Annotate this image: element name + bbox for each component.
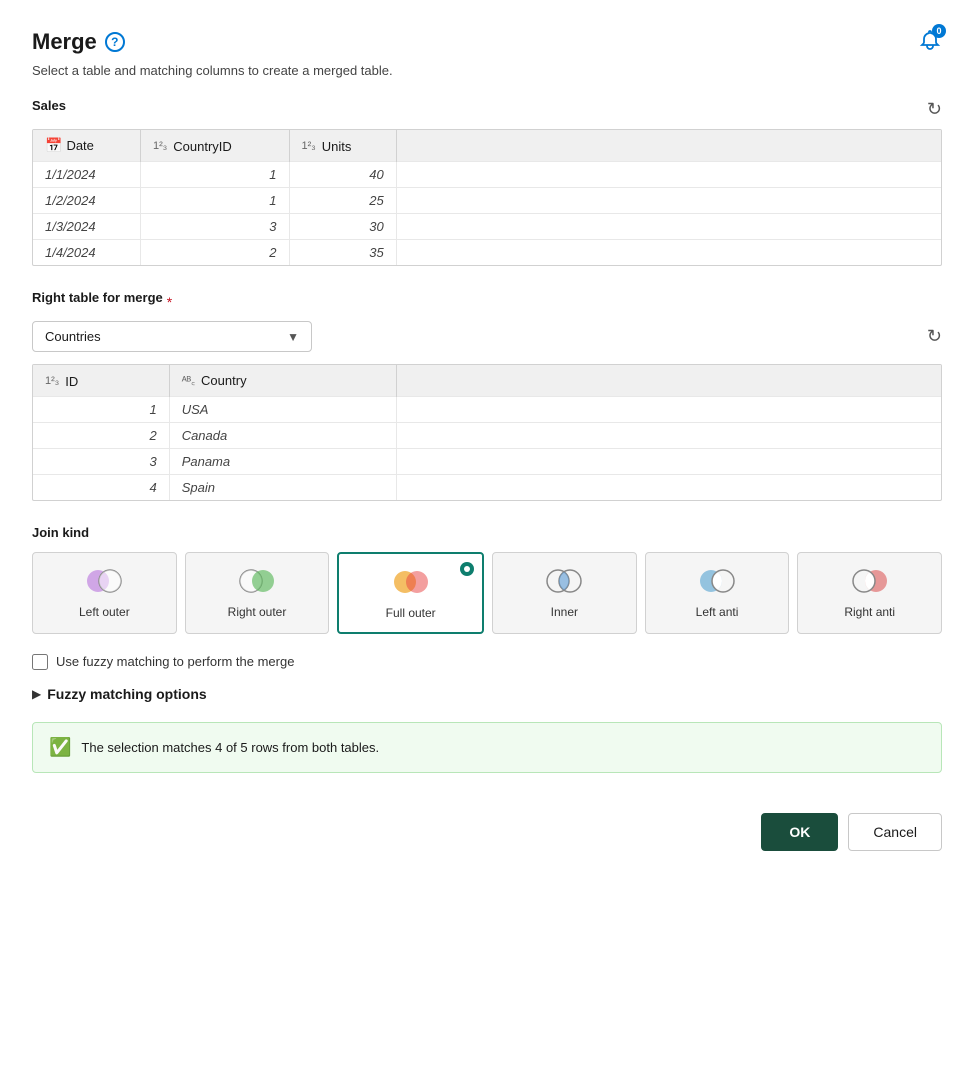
sales-row-2: 1/2/2024 1 25 xyxy=(33,188,941,214)
status-check-icon: ✅ xyxy=(49,737,71,758)
sales-col-date[interactable]: 📅 Date xyxy=(33,130,140,162)
join-card-left-outer[interactable]: Left outer xyxy=(32,552,177,634)
countries-table: 1²₃ ID ᴬᴮ꜀ Country 1 USA xyxy=(33,365,941,500)
dropdown-arrow-icon: ▼ xyxy=(287,330,299,344)
notification-icon[interactable]: 0 xyxy=(918,28,942,55)
full-outer-venn-icon xyxy=(389,568,433,596)
right-table-dropdown[interactable]: Countries ▼ xyxy=(32,321,312,352)
join-kind-label: Join kind xyxy=(32,525,942,540)
join-cards-container: Left outer Right outer Full outer Inner xyxy=(32,552,942,634)
sales-refresh-button[interactable]: ↻ xyxy=(927,99,942,120)
sales-table-container: 📅 Date 1²₃ CountryID 1²₃ Units xyxy=(32,129,942,266)
right-table-label: Right table for merge xyxy=(32,290,163,305)
cancel-button[interactable]: Cancel xyxy=(848,813,942,851)
right-anti-label: Right anti xyxy=(844,605,895,619)
join-card-full-outer[interactable]: Full outer xyxy=(337,552,484,634)
right-outer-label: Right outer xyxy=(228,605,287,619)
selected-indicator xyxy=(460,562,474,576)
countries-col-empty xyxy=(396,365,941,396)
sales-row-4: 1/4/2024 2 35 xyxy=(33,240,941,266)
right-table-refresh-button[interactable]: ↻ xyxy=(927,326,942,347)
countries-col-id[interactable]: 1²₃ ID xyxy=(33,365,169,396)
join-card-inner[interactable]: Inner xyxy=(492,552,637,634)
right-outer-venn-icon xyxy=(235,567,279,595)
status-message: The selection matches 4 of 5 rows from b… xyxy=(81,740,379,755)
fuzzy-matching-options-row[interactable]: ▶ Fuzzy matching options xyxy=(32,686,942,702)
left-outer-venn-icon xyxy=(82,567,126,595)
countries-col-country[interactable]: ᴬᴮ꜀ Country xyxy=(169,365,396,396)
sales-section-label: Sales xyxy=(32,98,66,113)
left-anti-venn-icon xyxy=(695,567,739,595)
countries-table-container: 1²₃ ID ᴬᴮ꜀ Country 1 USA xyxy=(32,364,942,501)
status-banner: ✅ The selection matches 4 of 5 rows from… xyxy=(32,722,942,773)
countries-row-3: 3 Panama xyxy=(33,448,941,474)
left-anti-label: Left anti xyxy=(696,605,739,619)
countries-row-4: 4 Spain xyxy=(33,474,941,500)
number-type-icon-2: 1²₃ xyxy=(302,140,316,152)
sales-row-3: 1/3/2024 3 30 xyxy=(33,214,941,240)
sales-col-empty xyxy=(396,130,941,162)
countries-row-2: 2 Canada xyxy=(33,422,941,448)
right-anti-venn-icon xyxy=(848,567,892,595)
inner-venn-icon xyxy=(542,567,586,595)
sales-row-1: 1/1/2024 1 40 xyxy=(33,162,941,188)
fuzzy-matching-label[interactable]: Use fuzzy matching to perform the merge xyxy=(56,654,294,669)
number-type-icon-id: 1²₃ xyxy=(45,375,59,387)
inner-label: Inner xyxy=(551,605,578,619)
left-outer-label: Left outer xyxy=(79,605,130,619)
join-card-left-anti[interactable]: Left anti xyxy=(645,552,790,634)
join-card-right-anti[interactable]: Right anti xyxy=(797,552,942,634)
help-icon[interactable]: ? xyxy=(105,32,125,52)
sales-col-countryid[interactable]: 1²₃ CountryID xyxy=(140,130,289,162)
calendar-icon: 📅 xyxy=(45,137,62,154)
fuzzy-options-label: Fuzzy matching options xyxy=(47,686,206,702)
number-type-icon-1: 1²₃ xyxy=(153,140,167,152)
fuzzy-options-chevron-icon: ▶ xyxy=(32,687,41,701)
footer-buttons: OK Cancel xyxy=(32,813,942,851)
sales-table: 📅 Date 1²₃ CountryID 1²₃ Units xyxy=(33,130,941,265)
sales-col-units[interactable]: 1²₃ Units xyxy=(289,130,396,162)
full-outer-label: Full outer xyxy=(386,606,436,620)
notification-badge: 0 xyxy=(932,24,946,38)
text-type-icon: ᴬᴮ꜀ xyxy=(182,373,195,388)
ok-button[interactable]: OK xyxy=(761,813,838,851)
fuzzy-matching-checkbox[interactable] xyxy=(32,654,48,670)
required-star: * xyxy=(167,294,172,310)
fuzzy-matching-row: Use fuzzy matching to perform the merge xyxy=(32,654,942,670)
subtitle: Select a table and matching columns to c… xyxy=(32,63,942,78)
page-title: Merge xyxy=(32,29,97,55)
countries-row-1: 1 USA xyxy=(33,396,941,422)
join-card-right-outer[interactable]: Right outer xyxy=(185,552,330,634)
